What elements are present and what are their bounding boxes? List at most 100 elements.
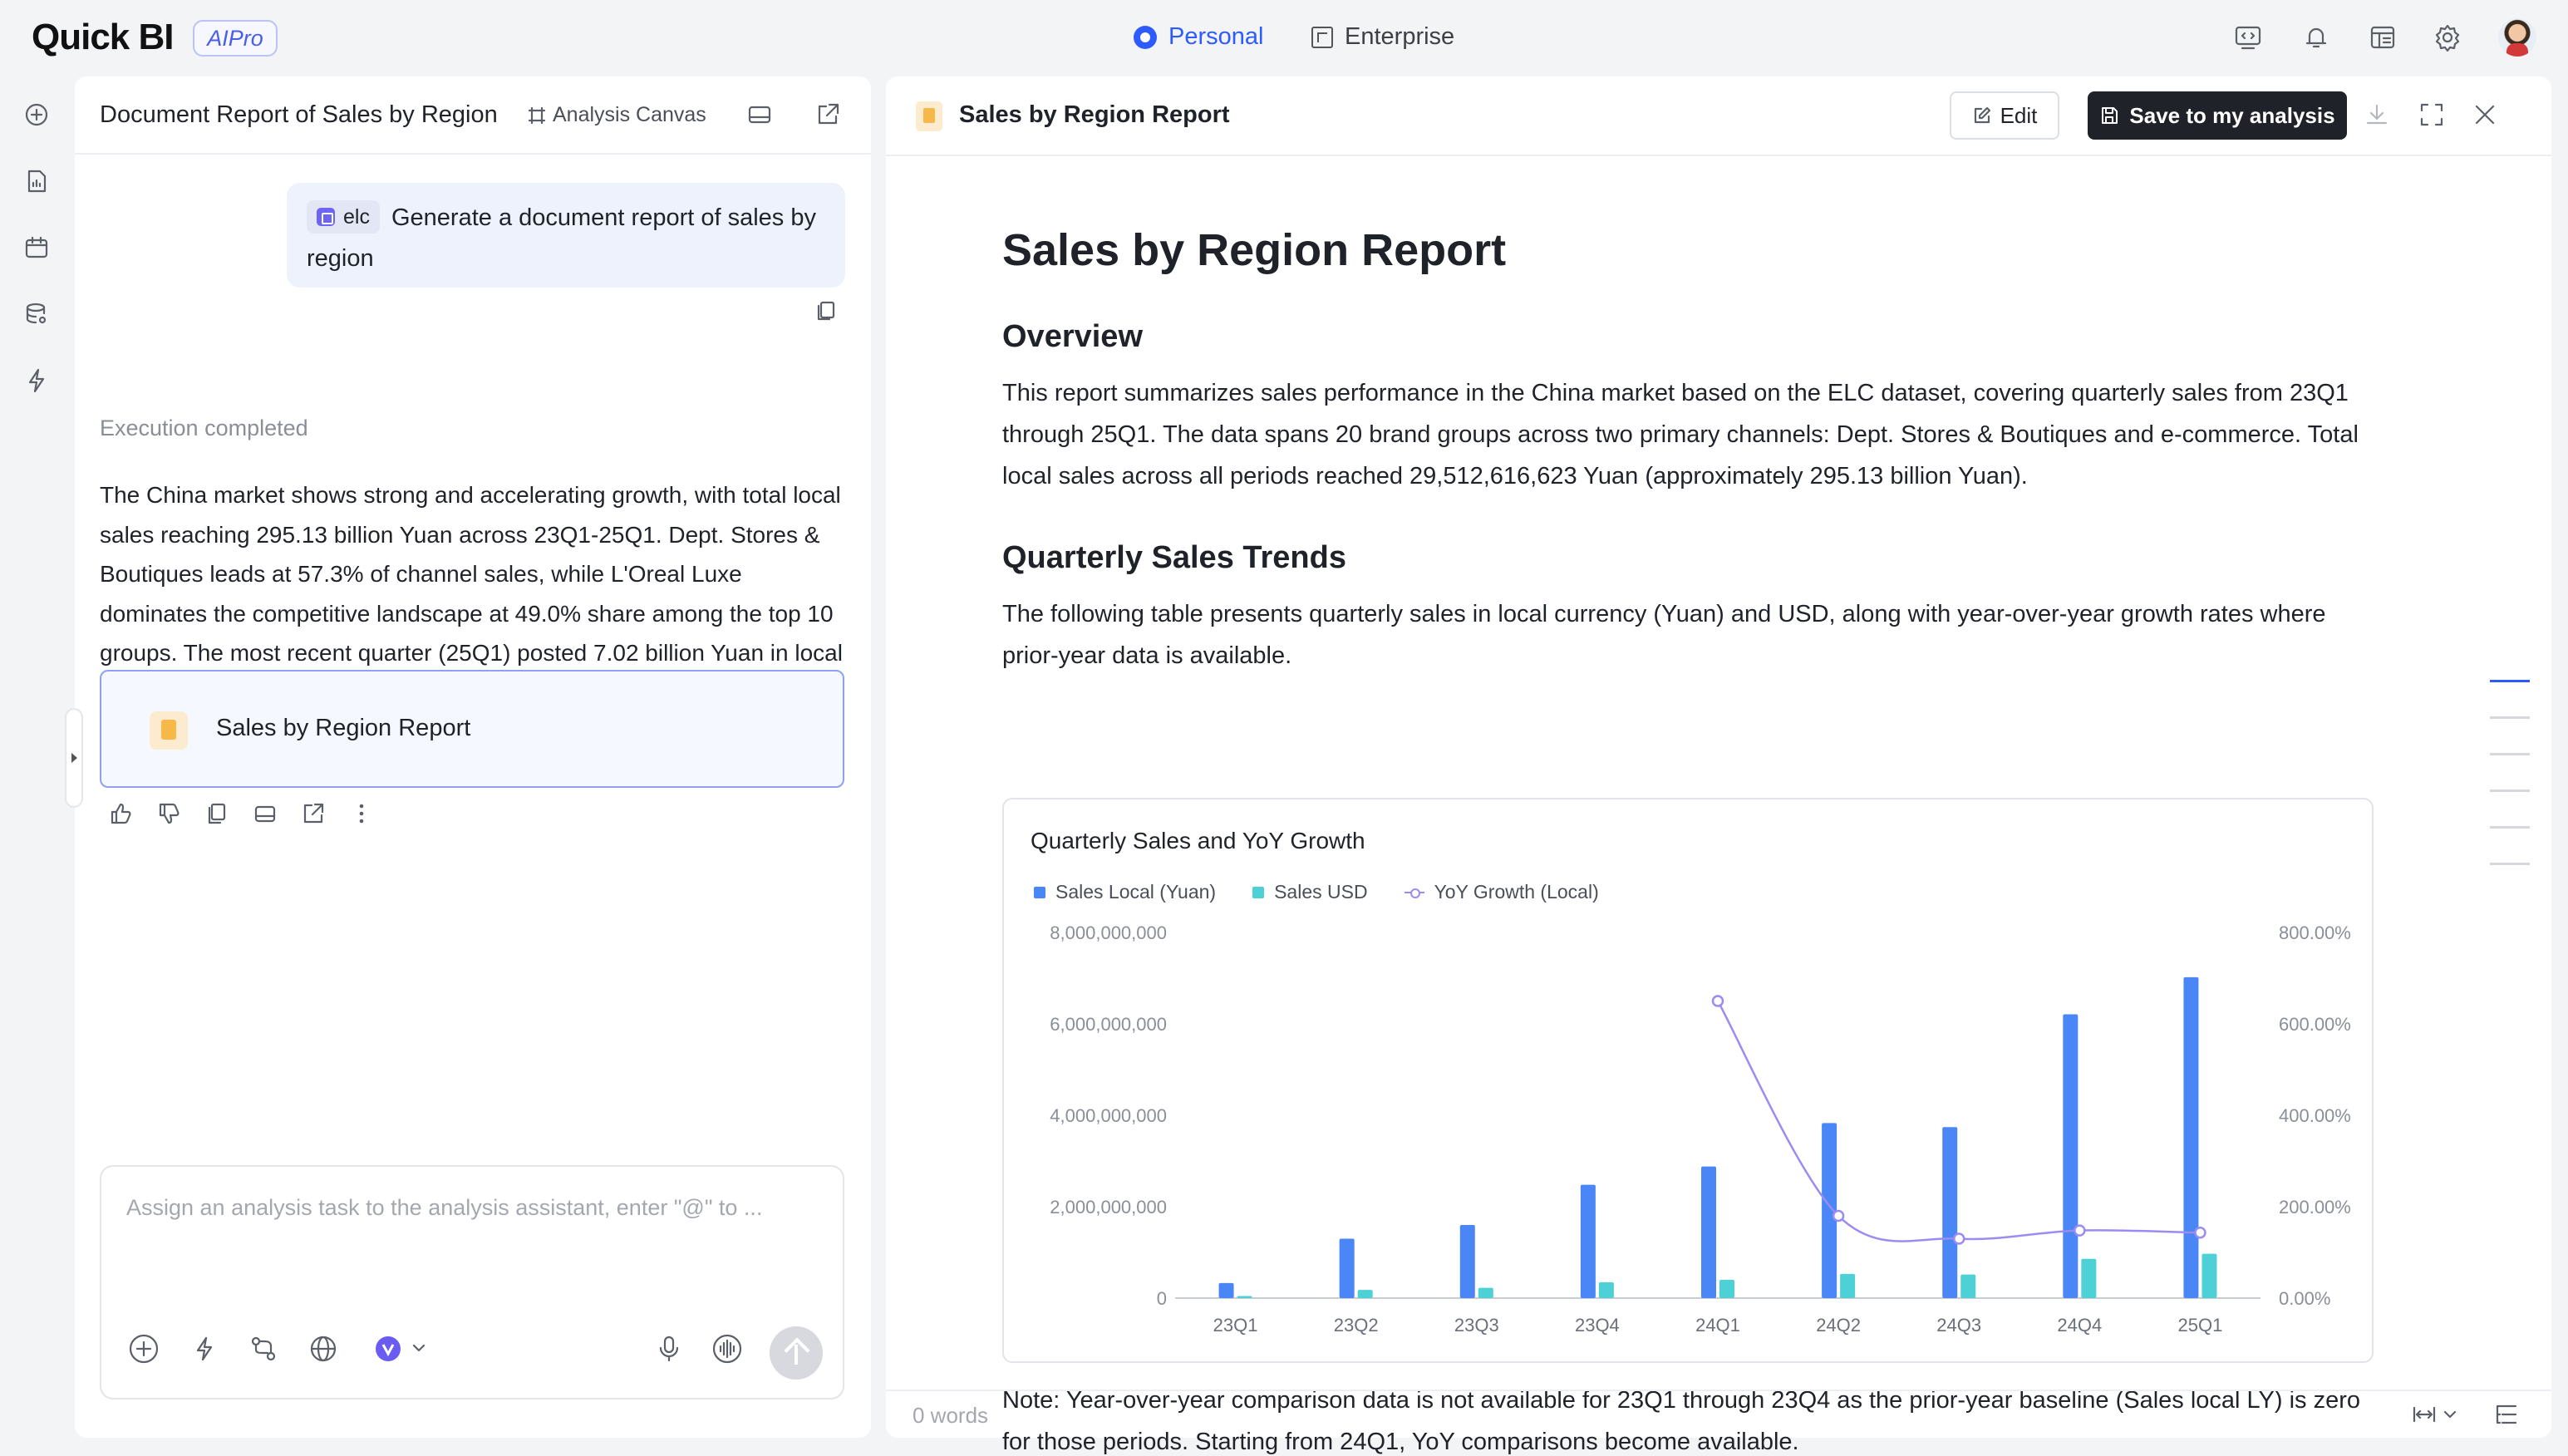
aipro-badge: AIPro: [193, 20, 278, 57]
globe-icon[interactable]: [307, 1333, 339, 1365]
code-icon[interactable]: [2234, 23, 2262, 52]
model-selector-icon[interactable]: [372, 1333, 435, 1365]
toc-item[interactable]: [2490, 826, 2530, 829]
x-tick-label: 23Q4: [1575, 1315, 1620, 1335]
new-chat-icon[interactable]: [23, 101, 50, 128]
top-bar: Quick BI AIPro Personal Enterprise: [0, 0, 2568, 75]
dataset-chip[interactable]: elc: [307, 200, 380, 234]
yoy-growth-point: [2074, 1224, 2086, 1237]
report-header: Sales by Region Report Edit Save to my a…: [886, 76, 2551, 156]
trends-heading: Quarterly Sales Trends: [1002, 540, 1346, 575]
thumbs-down-icon[interactable]: [156, 801, 181, 826]
bolt-icon[interactable]: [23, 367, 50, 394]
more-icon[interactable]: [349, 801, 374, 826]
save-to-analysis-button[interactable]: Save to my analysis: [2088, 91, 2347, 140]
toc-item[interactable]: [2490, 680, 2530, 682]
save-label: Save to my analysis: [2129, 102, 2335, 128]
export-icon[interactable]: [301, 801, 326, 826]
workflow-icon[interactable]: [248, 1333, 279, 1365]
user-avatar[interactable]: [2498, 18, 2536, 57]
share-icon[interactable]: [814, 101, 841, 128]
chat-input-box[interactable]: Assign an analysis task to the analysis …: [100, 1165, 844, 1399]
collapse-handle[interactable]: [65, 708, 83, 808]
bar-sales-usd: [1357, 1290, 1373, 1298]
x-tick-label: 23Q1: [1213, 1315, 1258, 1335]
report-icon[interactable]: [23, 168, 50, 194]
user-message-text: Generate a document report of sales by r…: [307, 204, 816, 272]
y-left-tick-label: 6,000,000,000: [1050, 1014, 1167, 1035]
tab-enterprise[interactable]: Enterprise: [1311, 23, 1454, 51]
enterprise-icon: [1311, 26, 1333, 48]
yoy-growth-point: [2194, 1227, 2206, 1239]
edit-label: Edit: [2000, 102, 2038, 128]
edit-icon: [1974, 106, 1990, 124]
copy-icon[interactable]: [814, 299, 838, 322]
toc-item[interactable]: [2490, 789, 2530, 792]
analysis-canvas-link[interactable]: Analysis Canvas: [528, 103, 706, 127]
bar-sales-usd: [1840, 1273, 1856, 1298]
plus-icon[interactable]: [128, 1333, 160, 1365]
y-left-tick-label: 4,000,000,000: [1050, 1105, 1167, 1126]
overview-heading: Overview: [1002, 319, 1143, 354]
chart-plot: 0 2,000,000,000 4,000,000,000 6,000,000,000…: [1050, 922, 2351, 1335]
bar-sales-local: [2183, 976, 2199, 1298]
bar-sales-local: [2063, 1014, 2079, 1298]
save-icon: [2102, 107, 2118, 124]
document-icon: [150, 711, 188, 750]
panel-icon[interactable]: [746, 101, 773, 128]
app-logo[interactable]: Quick BI: [32, 17, 174, 58]
y-right-tick-label: 800.00%: [2279, 922, 2351, 943]
x-tick-label: 23Q3: [1454, 1315, 1499, 1335]
trends-text: The following table presents quarterly s…: [1002, 601, 2326, 669]
y-left-tick-label: 2,000,000,000: [1050, 1197, 1167, 1217]
word-count: 0 words: [913, 1403, 989, 1428]
copy-answer-icon[interactable]: [204, 801, 229, 826]
calendar-icon[interactable]: [23, 234, 50, 261]
thumbs-up-icon[interactable]: [108, 801, 133, 826]
voice-wave-icon[interactable]: [711, 1333, 743, 1365]
quick-action-icon[interactable]: [188, 1333, 219, 1365]
y-right-tick-label: 400.00%: [2279, 1105, 2351, 1126]
dataset-chip-label: elc: [343, 204, 370, 229]
toc-item[interactable]: [2490, 863, 2530, 865]
bell-icon[interactable]: [2302, 23, 2330, 52]
y-right-tick-label: 600.00%: [2279, 1014, 2351, 1035]
x-tick-label: 25Q1: [2178, 1315, 2223, 1335]
dashboard-icon[interactable]: [2369, 23, 2397, 52]
feedback-row: [108, 801, 374, 826]
report-card[interactable]: Sales by Region Report: [100, 670, 844, 788]
open-panel-icon[interactable]: [253, 801, 278, 826]
close-icon[interactable]: [2470, 100, 2500, 130]
chat-title: Document Report of Sales by Region: [100, 101, 498, 128]
bar-sales-usd: [1237, 1296, 1252, 1298]
y-left-tick-label: 0: [1157, 1288, 1167, 1309]
left-rail: [0, 75, 73, 1456]
toc-item[interactable]: [2490, 716, 2530, 719]
yoy-growth-point: [1952, 1232, 1965, 1245]
fullscreen-icon[interactable]: [2417, 100, 2447, 130]
yoy-growth-line: [1716, 1000, 2201, 1242]
send-button[interactable]: [770, 1326, 823, 1380]
x-tick-label: 24Q4: [2057, 1315, 2102, 1335]
x-tick-label: 23Q2: [1334, 1315, 1379, 1335]
edit-button[interactable]: Edit: [1950, 91, 2059, 140]
gear-icon[interactable]: [2433, 23, 2462, 52]
bar-sales-local: [1218, 1282, 1234, 1298]
bar-sales-local: [1701, 1166, 1716, 1298]
document-icon: [916, 101, 942, 131]
toc-item[interactable]: [2490, 753, 2530, 755]
bar-sales-usd: [1960, 1274, 1976, 1298]
outline-icon[interactable]: [2493, 1401, 2521, 1428]
width-toggle-icon[interactable]: [2412, 1401, 2465, 1428]
chat-input[interactable]: Assign an analysis task to the analysis …: [126, 1195, 824, 1221]
user-message: elc Generate a document report of sales …: [287, 183, 845, 288]
bar-sales-local: [1339, 1238, 1355, 1298]
y-left-tick-label: 8,000,000,000: [1050, 922, 1167, 943]
download-icon[interactable]: [2362, 100, 2392, 130]
report-title: Sales by Region Report: [1002, 225, 1507, 275]
tab-personal[interactable]: Personal: [1134, 23, 1263, 51]
chat-header: Document Report of Sales by Region Analy…: [75, 76, 871, 155]
dataset-icon[interactable]: [23, 301, 50, 327]
microphone-icon[interactable]: [653, 1333, 685, 1365]
tab-personal-label: Personal: [1168, 23, 1264, 50]
